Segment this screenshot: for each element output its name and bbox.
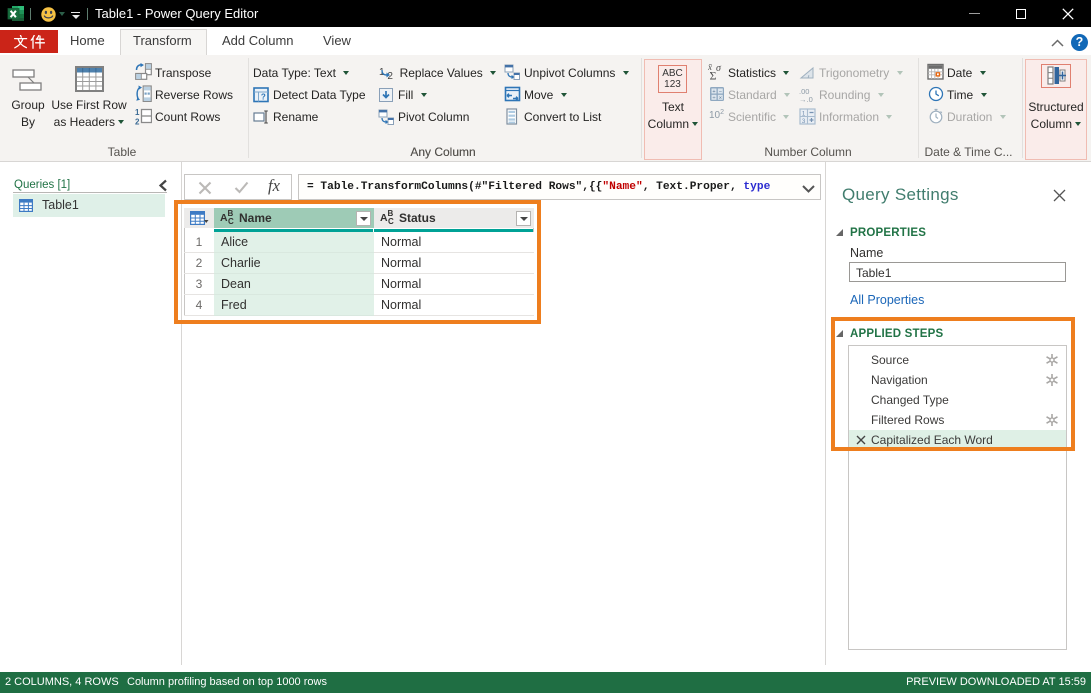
svg-text:1: 1	[135, 108, 140, 117]
svg-text:2: 2	[135, 118, 140, 126]
svg-text:→.0: →.0	[799, 95, 813, 103]
svg-text:3: 3	[802, 118, 806, 125]
svg-text:1: 1	[802, 110, 806, 117]
svg-text:×: ×	[719, 95, 722, 101]
svg-text:σ: σ	[716, 63, 722, 74]
svg-text:Σ: Σ	[710, 69, 717, 81]
svg-text:−: −	[719, 89, 722, 95]
svg-text:+: +	[712, 89, 715, 95]
svg-text:?: ?	[261, 93, 266, 102]
svg-text:÷: ÷	[712, 95, 715, 101]
